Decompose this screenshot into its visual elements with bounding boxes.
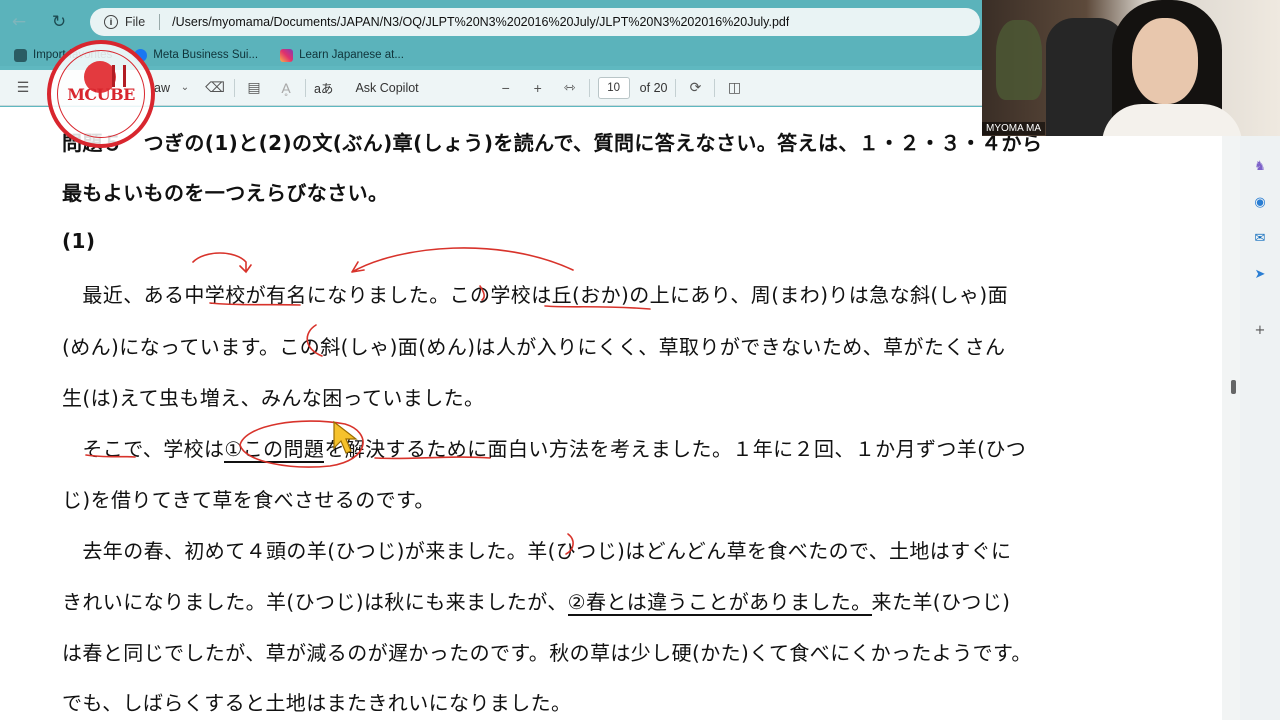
paragraph-line: でも、しばらくすると土地はまたきれいになりました。 (62, 691, 572, 715)
paragraph-fragment: きれいになりました。羊(ひつじ)は秋にも来ましたが、 (62, 590, 568, 614)
question-heading-line2: 最もよいものを一つえらびなさい。 (62, 181, 389, 205)
rotate-icon[interactable]: ⟳ (684, 77, 706, 99)
zoom-in-icon[interactable]: + (527, 77, 549, 99)
pdf-page: 問題５ つぎの(1)と(2)の文(ぶん)章(しょう)を読んで、質問に答えなさい。… (0, 107, 1222, 720)
paragraph-fragment: を解決するために面白い方法を考えました。１年に２回、１か月ずつ羊(ひつ (324, 437, 1027, 461)
vertical-scrollbar[interactable] (1222, 107, 1240, 720)
draw-button[interactable]: aw (154, 81, 170, 95)
screen: ← ↻ i File /Users/myomama/Documents/JAPA… (0, 0, 1280, 720)
toolbar-divider (304, 78, 306, 97)
url-separator (159, 14, 161, 30)
bookmark-label: Learn Japanese at... (299, 49, 404, 61)
toolbar-divider (675, 78, 677, 97)
games-icon[interactable]: ♞ (1252, 158, 1268, 174)
page-total: of 20 (639, 80, 668, 95)
url-text[interactable]: /Users/myomama/Documents/JAPAN/N3/OQ/JLP… (172, 15, 789, 29)
paragraph-line: は春と同じでしたが、草が減るのが遅かったのです。秋の草は少し硬(かた)くて食べに… (62, 641, 1032, 665)
underlined-question-2: ②春とは違うことがありました。 (567, 590, 872, 616)
info-icon[interactable]: i (104, 15, 118, 29)
webcam-name-tag: MYOMA MA (982, 122, 1046, 135)
ask-copilot-button[interactable]: Ask Copilot (355, 81, 418, 95)
paragraph-line: (めん)になっています。この斜(しゃ)面(めん)は人が入りにくく、草取りができな… (62, 335, 1006, 359)
paragraph-line: 最近、ある中学校が有名になりました。この学校は丘(おか)の上にあり、周(まわ)り… (62, 283, 1009, 307)
drop-icon[interactable]: ◉ (1252, 194, 1268, 210)
address-bar-row: ← ↻ i File /Users/myomama/Documents/JAPA… (0, 0, 985, 44)
paragraph-fragment: そこで、学校は (62, 437, 225, 461)
page-view-icon[interactable]: ◫ (723, 77, 745, 99)
paragraph-line: 去年の春、初めて４頭の羊(ひつじ)が来ました。羊(ひつじ)はどんどん草を食べたの… (62, 539, 1012, 563)
mouse-cursor-icon (333, 420, 358, 454)
paragraph-fragment: 来た羊(ひつじ) (871, 590, 1011, 614)
eraser-icon[interactable]: ⌫ (204, 77, 226, 99)
bookmark-learn-japanese[interactable]: Learn Japanese at... (280, 48, 404, 62)
folder-icon (14, 48, 27, 62)
toolbar-divider (714, 78, 716, 97)
question-heading-line1: 問題５ つぎの(1)と(2)の文(ぶん)章(しょう)を読んで、質問に答えなさい。… (62, 131, 1043, 155)
zoom-out-icon[interactable]: − (495, 77, 517, 99)
paragraph-line: そこで、学校は①この問題を解決するために面白い方法を考えました。１年に２回、１か… (62, 433, 1027, 463)
page-number-input[interactable]: 10 (597, 76, 630, 99)
send-icon[interactable]: ➤ (1252, 266, 1268, 282)
toolbar-divider (588, 78, 590, 97)
contents-menu-icon[interactable]: ☰ (12, 77, 34, 99)
chevron-down-icon[interactable]: ⌄ (174, 77, 196, 99)
outlook-icon[interactable]: ✉ (1252, 230, 1268, 246)
webcam-feed (982, 0, 1280, 136)
paragraph-line: じ)を借りてきて草を食べさせるのです。 (62, 488, 435, 512)
side-panel (1240, 136, 1280, 720)
section-label: (1) (62, 229, 96, 253)
reload-icon[interactable]: ↻ (46, 9, 72, 35)
logo-ring: MCUBE (57, 50, 145, 138)
bookmark-label: Meta Business Sui... (153, 49, 259, 61)
webcam-plant (996, 20, 1042, 100)
paragraph-line: きれいになりました。羊(ひつじ)は秋にも来ましたが、②春とは違うことがありました… (62, 586, 1011, 616)
back-arrow-icon[interactable]: ← (6, 9, 32, 35)
url-bar[interactable]: i File /Users/myomama/Documents/JAPAN/N3… (90, 8, 980, 36)
file-label: File (125, 15, 146, 29)
fit-page-icon[interactable]: ⇿ (559, 77, 581, 99)
text-box-icon[interactable]: ▤ (243, 77, 265, 99)
underlined-question-1: ①この問題 (224, 437, 325, 463)
toolbar-divider (233, 78, 235, 97)
read-aloud-button[interactable]: aあ (314, 78, 333, 97)
instagram-icon (280, 48, 294, 62)
logo-text: MCUBE (67, 84, 135, 104)
bookmark-meta-business[interactable]: Meta Business Sui... (134, 48, 259, 62)
text-format-icon: Ḁ (281, 79, 291, 96)
paragraph-line: 生(は)えて虫も増え、みんな困っていました。 (62, 386, 485, 410)
add-icon[interactable]: + (1252, 322, 1268, 338)
channel-logo: MCUBE (47, 40, 155, 148)
webcam-person-body (1102, 104, 1242, 136)
scrollbar-thumb[interactable] (1231, 380, 1236, 394)
webcam-person-face (1132, 18, 1198, 104)
bookmarks-bar: Import favorites Meta Business Sui... Le… (0, 44, 985, 66)
